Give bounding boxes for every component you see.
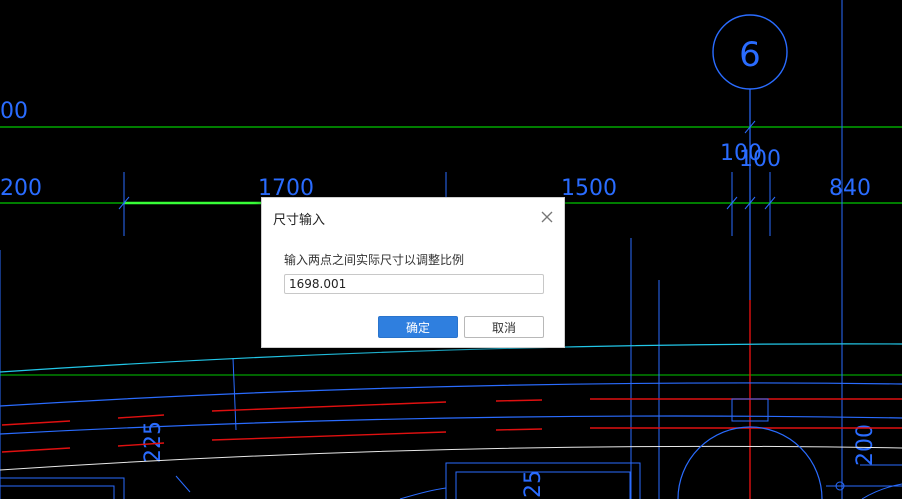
dimension-label-vertical: 200 — [853, 424, 878, 466]
cancel-button[interactable]: 取消 — [464, 316, 544, 338]
dimension-label: 100 — [739, 147, 781, 172]
close-icon[interactable] — [539, 209, 555, 225]
red-dash — [1, 420, 71, 426]
red-dash — [211, 401, 447, 412]
short-line — [175, 475, 191, 493]
dialog-prompt: 输入两点之间实际尺寸以调整比例 — [284, 253, 465, 267]
curve-blue-1 — [0, 382, 902, 407]
dimension-input[interactable] — [284, 274, 544, 294]
red-dash — [495, 428, 543, 431]
curve-cyan — [0, 343, 902, 373]
dimension-label: 00 — [0, 99, 28, 124]
dimension-label: 840 — [829, 176, 871, 201]
dimension-label-vertical: 25 — [521, 470, 546, 498]
dimension-input-dialog: 尺寸输入 输入两点之间实际尺寸以调整比例 确定 取消 — [261, 197, 565, 348]
red-dash — [495, 399, 543, 402]
red-dash — [211, 431, 447, 441]
red-dash — [1, 447, 71, 453]
grid-bubble-label: 6 — [739, 35, 761, 75]
dimension-label: 1500 — [561, 176, 617, 201]
curb-outline — [0, 477, 125, 499]
ok-button[interactable]: 确定 — [378, 316, 458, 338]
curve-white — [0, 445, 902, 471]
curve-blue-2 — [0, 415, 902, 435]
dialog-title: 尺寸输入 — [273, 213, 326, 228]
dimension-label: 200 — [0, 176, 42, 201]
red-dash — [117, 414, 165, 419]
curb-outline — [0, 485, 115, 499]
curve-small — [399, 487, 447, 499]
